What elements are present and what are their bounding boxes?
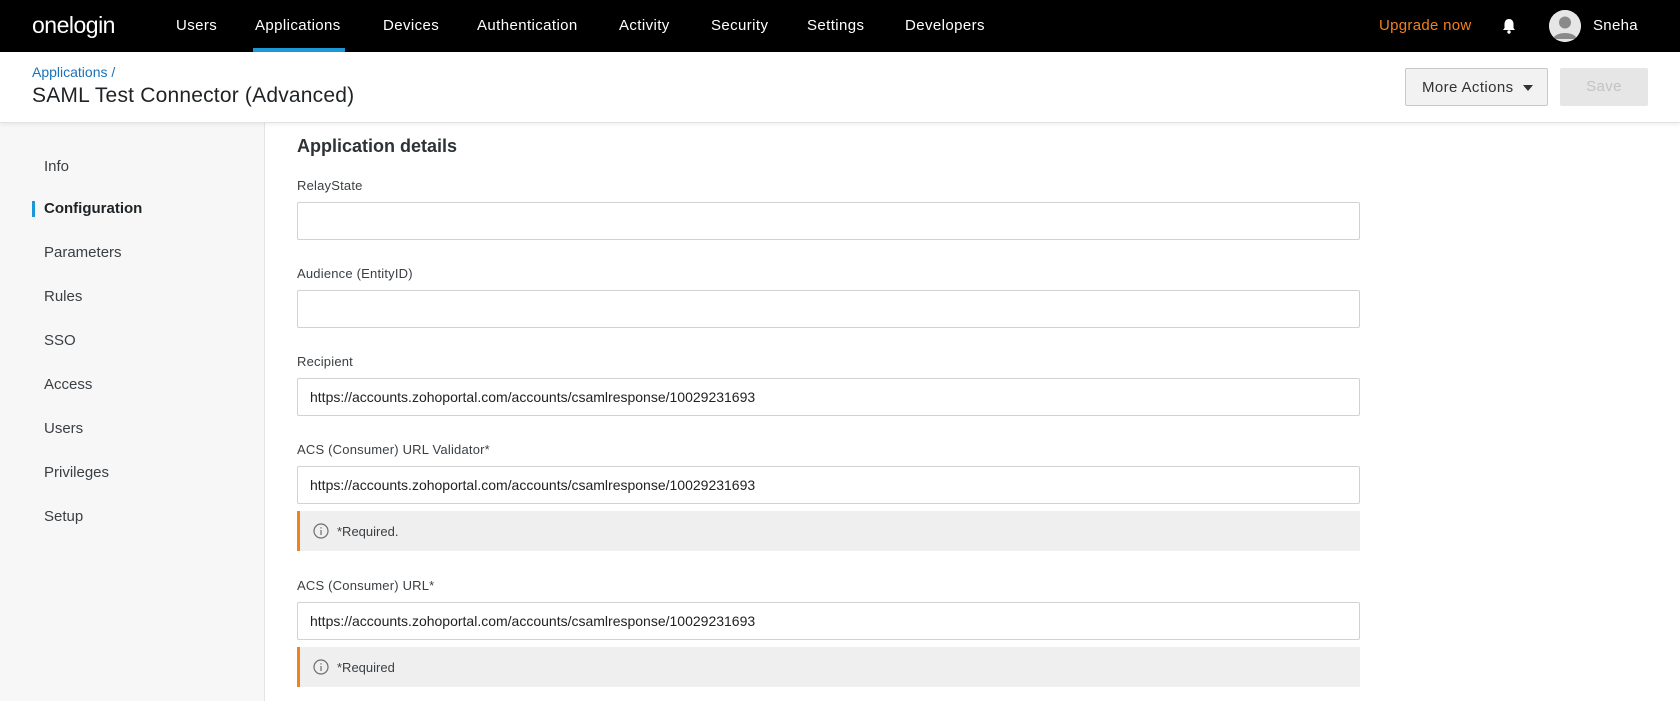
sidebar-item-access[interactable]: Access [44,376,92,393]
top-nav-bar: onelogin Users Applications Devices Auth… [0,0,1680,52]
section-title: Application details [297,136,458,156]
sidebar-item-configuration[interactable]: Configuration [44,200,142,217]
nav-settings[interactable]: Settings [807,0,864,52]
notification-bell-icon[interactable] [1500,17,1518,35]
info-icon [313,659,329,675]
breadcrumb-separator: / [111,64,116,80]
acs-url-validator-input[interactable] [297,466,1360,504]
nav-applications[interactable]: Applications [253,0,345,52]
nav-users[interactable]: Users [176,0,217,52]
relaystate-input[interactable] [297,202,1360,240]
breadcrumb: Applications / [32,64,115,80]
audience-label: Audience (EntityID) [297,266,413,281]
sidebar-item-rules[interactable]: Rules [44,288,82,305]
sidebar-item-users[interactable]: Users [44,420,83,437]
nav-devices[interactable]: Devices [383,0,439,52]
page-header: Applications / SAML Test Connector (Adva… [0,52,1680,123]
audience-input[interactable] [297,290,1360,328]
save-button[interactable]: Save [1560,68,1648,106]
active-item-marker [32,201,35,217]
sidebar-item-setup[interactable]: Setup [44,508,83,525]
acs-url-validator-hint: *Required. [297,511,1360,551]
info-icon [313,523,329,539]
upgrade-now-link[interactable]: Upgrade now [1379,0,1472,52]
nav-activity[interactable]: Activity [619,0,670,52]
page-title: SAML Test Connector (Advanced) [32,84,355,107]
nav-security[interactable]: Security [711,0,768,52]
sidebar-item-sso[interactable]: SSO [44,332,76,349]
recipient-label: Recipient [297,354,353,369]
sidebar-item-privileges[interactable]: Privileges [44,464,109,481]
onelogin-logo[interactable]: onelogin [32,12,115,39]
recipient-input[interactable] [297,378,1360,416]
more-actions-label: More Actions [1422,78,1514,96]
acs-url-hint: *Required [297,647,1360,687]
user-name[interactable]: Sneha [1593,0,1638,52]
sidebar-item-info[interactable]: Info [44,158,69,175]
nav-developers[interactable]: Developers [905,0,985,52]
acs-url-validator-label: ACS (Consumer) URL Validator* [297,442,490,457]
acs-url-hint-text: *Required [337,659,395,675]
caret-down-icon [1523,85,1533,91]
acs-url-label: ACS (Consumer) URL* [297,578,435,593]
more-actions-button[interactable]: More Actions [1405,68,1548,106]
sidebar-item-parameters[interactable]: Parameters [44,244,122,261]
acs-url-input[interactable] [297,602,1360,640]
breadcrumb-applications-link[interactable]: Applications [32,64,108,80]
user-avatar-icon[interactable] [1549,10,1581,42]
app-sidebar: Info Configuration Parameters Rules SSO … [0,123,265,701]
relaystate-label: RelayState [297,178,363,193]
nav-authentication[interactable]: Authentication [477,0,578,52]
acs-url-validator-hint-text: *Required. [337,523,399,539]
